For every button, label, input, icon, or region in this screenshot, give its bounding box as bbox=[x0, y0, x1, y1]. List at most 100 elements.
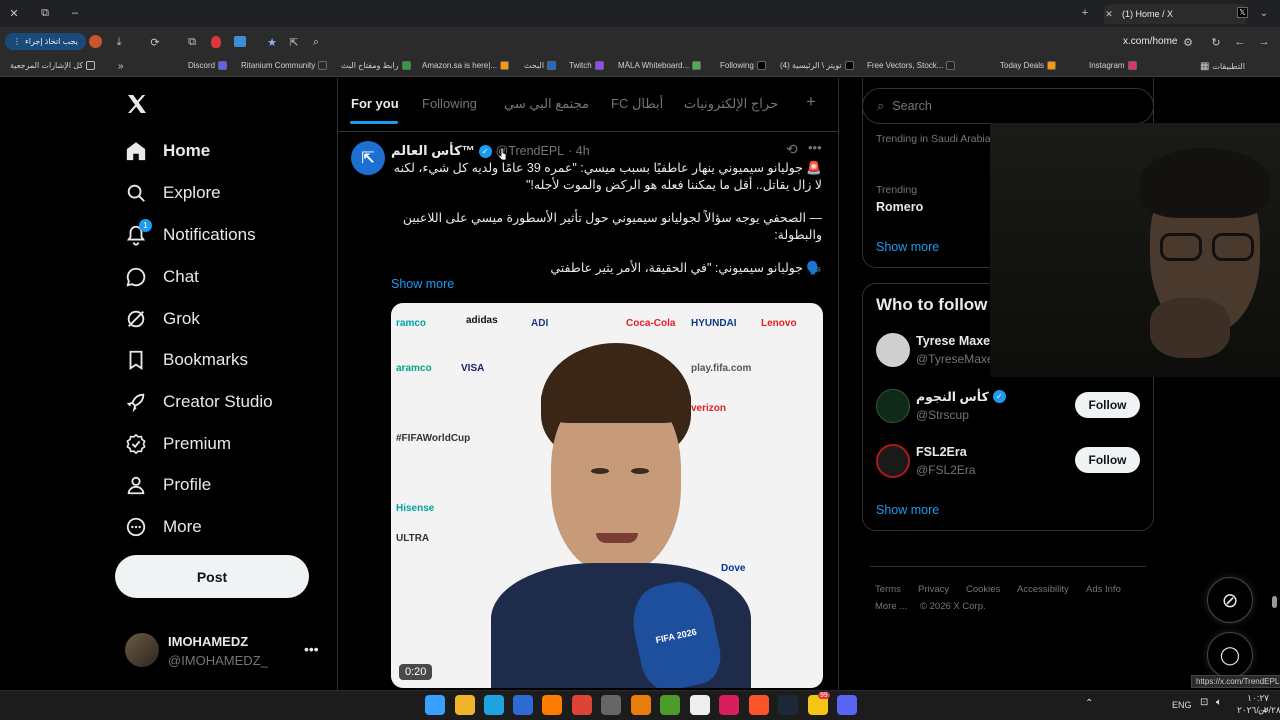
tweet-time[interactable]: · 4h bbox=[568, 144, 590, 158]
nav-item-bookmarks[interactable]: Bookmarks bbox=[125, 342, 248, 378]
edge-browser-icon[interactable] bbox=[484, 695, 504, 715]
tray-overflow-icon[interactable]: ⌃ bbox=[1085, 698, 1093, 709]
add-tab-icon[interactable]: + bbox=[806, 92, 816, 112]
tab-pc-community[interactable]: مجتمع البي سي bbox=[504, 96, 589, 112]
account-menu-icon[interactable]: ••• bbox=[304, 641, 319, 657]
suggestion-avatar-3[interactable] bbox=[876, 444, 910, 478]
x-logo-icon[interactable] bbox=[125, 92, 149, 116]
show-more-link[interactable]: Show more bbox=[391, 277, 454, 291]
tweet-video[interactable]: ramco adidas ADI Coca-Cola HYUNDAI Lenovo aram… bbox=[391, 303, 823, 688]
nav-item-explore[interactable]: Explore bbox=[125, 175, 221, 211]
store-icon[interactable] bbox=[513, 695, 533, 715]
nav-item-notifications[interactable]: 1 Notifications bbox=[125, 217, 256, 253]
avatar[interactable] bbox=[125, 633, 159, 667]
more-bookmarks-icon[interactable]: » bbox=[118, 61, 124, 72]
nav-item-premium[interactable]: Premium bbox=[125, 426, 231, 462]
site-settings-icon[interactable]: ⚙ bbox=[1180, 34, 1196, 50]
nav-item-profile[interactable]: Profile bbox=[125, 467, 211, 503]
address-bar[interactable]: x.com/home bbox=[1123, 36, 1177, 47]
follow-button-2[interactable]: Follow bbox=[1075, 392, 1140, 418]
extension-blue-icon[interactable] bbox=[234, 36, 246, 47]
grok-float-button[interactable]: ⊘ bbox=[1207, 577, 1253, 623]
circle-app-icon[interactable] bbox=[690, 695, 710, 715]
download-icon[interactable]: ⤓ bbox=[111, 34, 127, 50]
trend-name[interactable]: Romero bbox=[876, 200, 923, 214]
reload-icon[interactable]: ↻ bbox=[1208, 34, 1224, 50]
footer-privacy[interactable]: Privacy bbox=[918, 584, 949, 595]
tweet-more-icon[interactable]: ••• bbox=[808, 140, 822, 155]
tweet-author-name[interactable]: كأس العالم™ bbox=[391, 143, 475, 159]
apps-shortcut[interactable]: ▦ التطبيقات bbox=[1200, 61, 1245, 72]
follow-button-3[interactable]: Follow bbox=[1075, 447, 1140, 473]
extension-icon[interactable]: ⟳ bbox=[147, 34, 163, 50]
blender-icon[interactable] bbox=[631, 695, 651, 715]
all-bookmarks-folder[interactable]: كل الإشارات المرجعية bbox=[10, 61, 96, 70]
nav-item-chat[interactable]: Chat bbox=[125, 259, 199, 295]
network-icon[interactable]: ⊡ bbox=[1200, 697, 1208, 708]
volume-icon[interactable]: 🔈︎ bbox=[1216, 697, 1222, 708]
messages-float-button[interactable]: ◯ bbox=[1207, 632, 1253, 678]
atom-app-icon[interactable] bbox=[719, 695, 739, 715]
tab-following[interactable]: Following bbox=[422, 96, 477, 111]
puzzle-icon[interactable]: ⧉ bbox=[184, 34, 200, 50]
bookmark-item[interactable]: Instagram bbox=[1089, 61, 1137, 70]
chrome-icon[interactable] bbox=[572, 695, 592, 715]
extension-red-icon[interactable] bbox=[211, 36, 221, 48]
suggestion-name-1[interactable]: Tyrese Maxey bbox=[916, 334, 997, 348]
tab-search-icon[interactable]: ⌄ bbox=[1256, 5, 1272, 21]
share-icon[interactable]: ⇱ bbox=[286, 34, 302, 50]
input-language[interactable]: ENG bbox=[1172, 700, 1192, 710]
forward-icon[interactable]: → bbox=[1256, 34, 1272, 50]
nav-item-grok[interactable]: Grok bbox=[125, 301, 200, 337]
post-button[interactable]: Post bbox=[115, 555, 309, 598]
bookmark-item[interactable]: البحث bbox=[524, 61, 557, 70]
footer-ads-info[interactable]: Ads Info bbox=[1086, 584, 1121, 595]
bookmark-item[interactable]: Amazon.sa is here|... bbox=[422, 61, 509, 70]
nav-item-more[interactable]: More bbox=[125, 509, 202, 545]
bookmark-item[interactable]: Following bbox=[720, 61, 766, 70]
stack-app-icon[interactable] bbox=[660, 695, 680, 715]
trends-show-more[interactable]: Show more bbox=[876, 240, 939, 254]
bookmark-item[interactable]: Today Deals bbox=[1000, 61, 1057, 70]
grok-explain-icon[interactable]: ⟲ bbox=[786, 141, 798, 158]
footer-accessibility[interactable]: Accessibility bbox=[1017, 584, 1069, 595]
bookmark-item[interactable]: رابط ومفتاح البث bbox=[341, 61, 411, 70]
illustrator-icon[interactable] bbox=[542, 695, 562, 715]
restore-window-icon[interactable]: ⧉ bbox=[37, 5, 53, 21]
windows-start-icon[interactable] bbox=[425, 695, 445, 715]
bookmark-item[interactable]: Discord bbox=[188, 61, 228, 70]
nav-item-home[interactable]: Home bbox=[125, 133, 210, 169]
action-required-button[interactable]: ⋮ يجب اتخاذ إجراء bbox=[5, 33, 86, 50]
discord-icon[interactable] bbox=[837, 695, 857, 715]
star-bookmark-icon[interactable]: ★ bbox=[264, 34, 280, 50]
suggestion-avatar-1[interactable] bbox=[876, 333, 910, 367]
steam-icon[interactable] bbox=[778, 695, 798, 715]
new-tab-icon[interactable]: + bbox=[1077, 5, 1093, 21]
footer-terms[interactable]: Terms bbox=[875, 584, 901, 595]
brave-icon[interactable] bbox=[749, 695, 769, 715]
active-tab[interactable]: (1) Home / X bbox=[1104, 4, 1246, 24]
tweet-author-avatar[interactable]: ⇱ bbox=[351, 141, 385, 175]
suggestion-avatar-2[interactable] bbox=[876, 389, 910, 423]
close-tab-icon[interactable]: ✕ bbox=[1101, 6, 1117, 22]
file-explorer-icon[interactable] bbox=[455, 695, 475, 715]
bookmark-item[interactable]: MÄLA Whiteboard... bbox=[618, 61, 702, 70]
tab-fc-champions[interactable]: FC أبطال bbox=[611, 96, 663, 112]
who-to-follow-show-more[interactable]: Show more bbox=[876, 503, 939, 517]
nav-item-creator-studio[interactable]: Creator Studio bbox=[125, 384, 273, 420]
suggestion-name-3[interactable]: FSL2Era bbox=[916, 445, 967, 459]
bookmark-item[interactable]: Twitch bbox=[569, 61, 604, 70]
profile-avatar-icon[interactable] bbox=[89, 35, 102, 48]
bookmark-item[interactable]: Free Vectors, Stock... bbox=[867, 61, 956, 70]
footer-more[interactable]: More ... bbox=[875, 601, 907, 612]
tab-for-you[interactable]: For you bbox=[351, 96, 399, 111]
suggestion-name-2[interactable]: كأس النجوم bbox=[916, 389, 989, 404]
back-icon[interactable]: ← bbox=[1232, 34, 1248, 50]
zoom-icon[interactable]: ⌕ bbox=[308, 34, 324, 50]
minimize-window-icon[interactable]: – bbox=[67, 5, 83, 21]
clock-date[interactable]: ٢٠٢٦/٠٢/٢٨ bbox=[1237, 705, 1280, 716]
bookmark-item[interactable]: (4) تويتر \ الرئيسية bbox=[780, 61, 854, 70]
footer-cookies[interactable]: Cookies bbox=[966, 584, 1000, 595]
bookmark-item[interactable]: Ritanium Community bbox=[241, 61, 328, 70]
page-scrollbar[interactable] bbox=[1272, 596, 1277, 608]
